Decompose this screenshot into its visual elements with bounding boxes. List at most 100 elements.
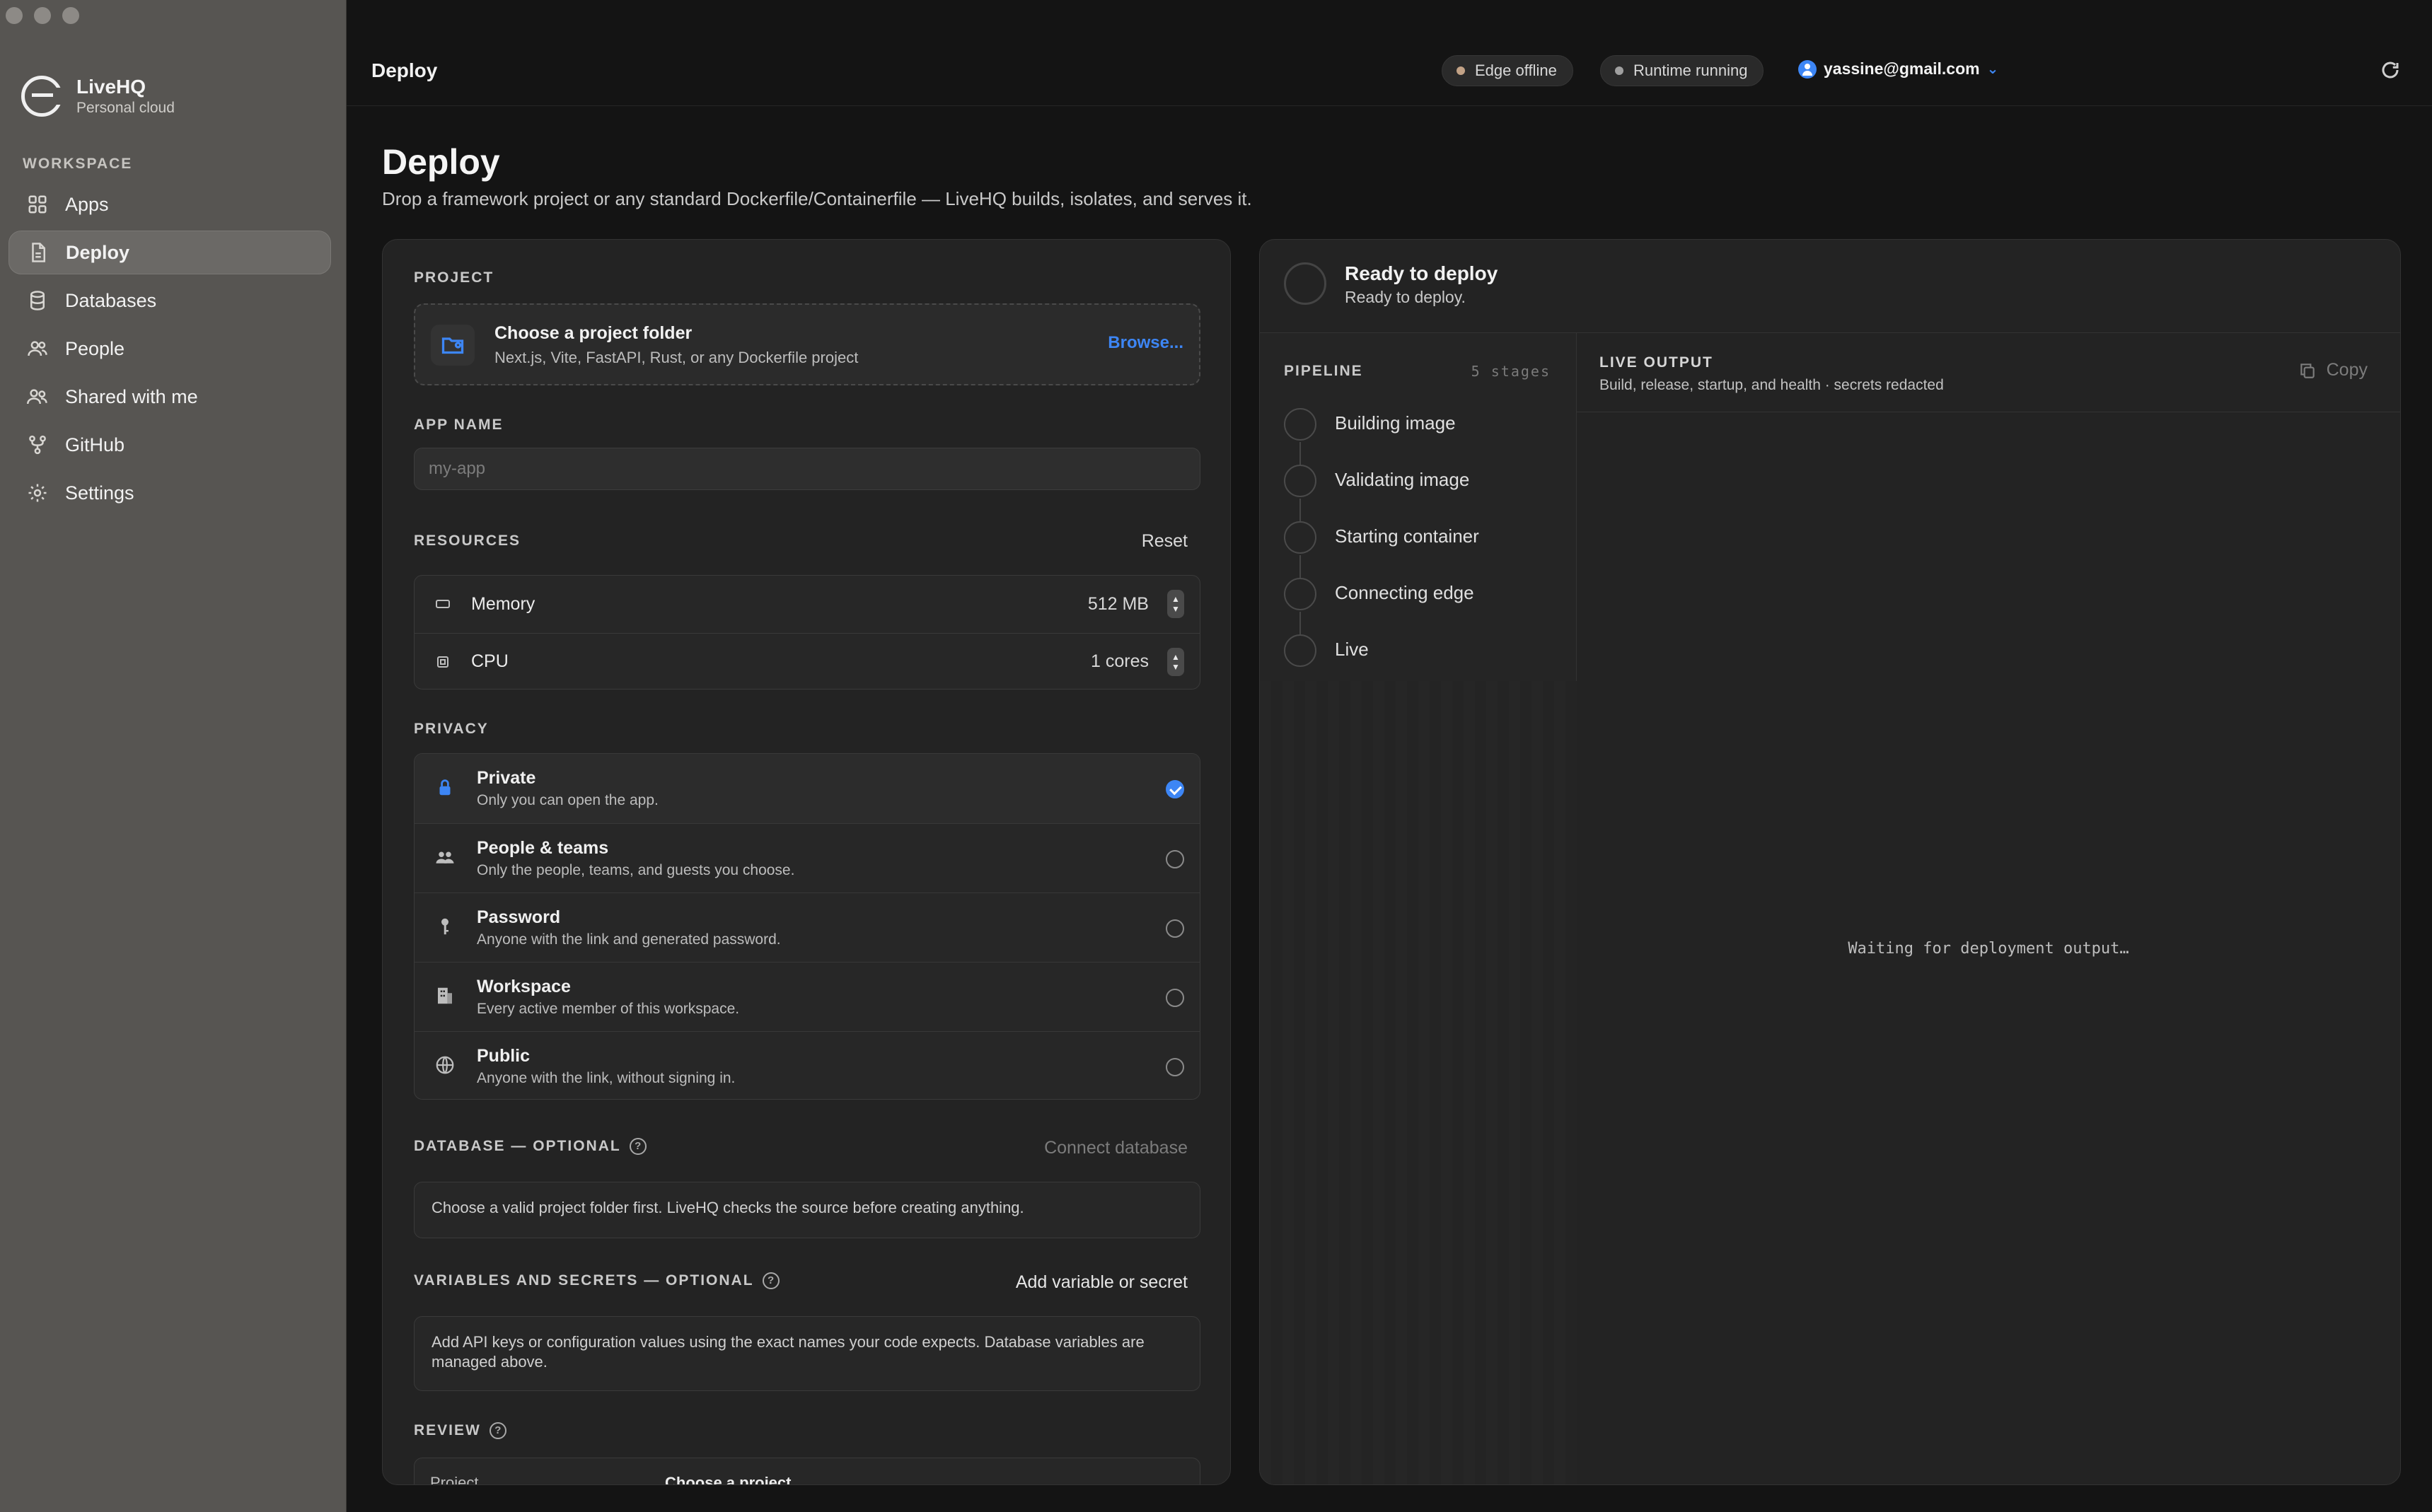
resources-box: Memory 512 MB ▲ ▼ CPU 1 cores ▲ ▼ xyxy=(414,575,1200,690)
privacy-option-title: Workspace xyxy=(477,977,571,996)
add-variable-button[interactable]: Add variable or secret xyxy=(1016,1272,1188,1293)
privacy-section-label: PRIVACY xyxy=(414,721,489,737)
review-section-label-text: REVIEW xyxy=(414,1422,481,1438)
stage-connector xyxy=(1299,499,1301,521)
user-menu-button[interactable]: yassine@gmail.com ⌄ xyxy=(1798,59,1998,78)
chevron-up-icon[interactable]: ▲ xyxy=(1171,594,1180,604)
edge-status-badge[interactable]: Edge offline xyxy=(1442,55,1573,86)
privacy-radio-private[interactable] xyxy=(1166,780,1184,798)
stage-name: Connecting edge xyxy=(1335,582,1474,603)
chevron-up-icon[interactable]: ▲ xyxy=(1171,652,1180,662)
globe-icon xyxy=(434,1054,456,1076)
help-icon[interactable]: ? xyxy=(762,1272,780,1290)
stage-status-icon xyxy=(1284,634,1316,667)
live-output-placeholder: Waiting for deployment output… xyxy=(1848,940,2129,958)
sidebar-item-shared-with-me[interactable]: Shared with me xyxy=(8,375,331,419)
project-folder-subtitle: Next.js, Vite, FastAPI, Rust, or any Doc… xyxy=(494,349,859,366)
privacy-option-public[interactable]: Public Anyone with the link, without sig… xyxy=(415,1031,1200,1099)
deploy-status-card: Ready to deploy Ready to deploy. PIPELIN… xyxy=(1259,239,2401,1485)
project-section-label: PROJECT xyxy=(414,269,494,286)
chevron-down-icon[interactable]: ▼ xyxy=(1171,604,1180,614)
sidebar-item-label: Shared with me xyxy=(65,385,198,407)
privacy-radio-workspace[interactable] xyxy=(1166,989,1184,1007)
status-indicator-icon xyxy=(1284,262,1326,305)
memory-icon xyxy=(434,595,451,612)
status-subtitle: Ready to deploy. xyxy=(1345,288,1466,306)
memory-stepper[interactable]: ▲ ▼ xyxy=(1167,590,1184,618)
pipeline-stage-count: 5 stages xyxy=(1471,363,1551,380)
minimize-window-button[interactable] xyxy=(34,7,51,24)
privacy-option-people-teams[interactable]: People & teams Only the people, teams, a… xyxy=(415,823,1200,892)
workspace-section-label: WORKSPACE xyxy=(23,156,133,172)
sidebar-item-label: Databases xyxy=(65,289,157,311)
app-subtitle: Personal cloud xyxy=(76,100,175,116)
stage-status-icon xyxy=(1284,408,1316,441)
app-name: LiveHQ xyxy=(76,76,146,98)
live-output-panel: LIVE OUTPUT Build, release, startup, and… xyxy=(1577,333,2400,1484)
pipeline-label: PIPELINE xyxy=(1284,363,1363,379)
app-name-input[interactable] xyxy=(414,448,1200,490)
connect-database-button[interactable]: Connect database xyxy=(1044,1138,1188,1158)
cpu-row: CPU 1 cores ▲ ▼ xyxy=(415,633,1200,690)
runtime-status-badge[interactable]: Runtime running xyxy=(1600,55,1764,86)
privacy-radio-password[interactable] xyxy=(1166,919,1184,938)
review-project-key: Project xyxy=(430,1474,479,1485)
copy-icon xyxy=(2300,363,2315,378)
folder-icon xyxy=(431,325,475,366)
sidebar-item-people[interactable]: People xyxy=(8,327,331,371)
copy-output-button[interactable]: Copy xyxy=(2298,360,2368,380)
project-folder-title: Choose a project folder xyxy=(494,323,693,343)
stage-status-icon xyxy=(1284,465,1316,497)
reset-resources-button[interactable]: Reset xyxy=(1142,531,1188,552)
pipeline-background xyxy=(1260,681,1577,1484)
cpu-stepper[interactable]: ▲ ▼ xyxy=(1167,647,1184,676)
privacy-radio-public[interactable] xyxy=(1166,1058,1184,1076)
close-window-button[interactable] xyxy=(6,7,23,24)
stage-status-icon xyxy=(1284,578,1316,610)
privacy-option-password[interactable]: Password Anyone with the link and genera… xyxy=(415,892,1200,962)
people-icon xyxy=(27,338,48,359)
status-dot-icon xyxy=(1615,66,1623,75)
variables-section-label: VARIABLES AND SECRETS — OPTIONAL? xyxy=(414,1272,780,1290)
resources-section-label: RESOURCES xyxy=(414,533,521,549)
sidebar-item-settings[interactable]: Settings xyxy=(8,471,331,515)
chevron-down-icon[interactable]: ▼ xyxy=(1171,662,1180,672)
privacy-option-desc: Every active member of this workspace. xyxy=(477,1001,740,1017)
branch-icon xyxy=(27,434,48,455)
sidebar-item-apps[interactable]: Apps xyxy=(8,182,331,226)
privacy-option-title: People & teams xyxy=(477,838,609,858)
stage-name: Building image xyxy=(1335,412,1456,434)
topbar-title: Deploy xyxy=(371,59,438,81)
sidebar-item-label: Apps xyxy=(65,193,109,215)
review-section-label: REVIEW? xyxy=(414,1422,506,1440)
live-output-label: LIVE OUTPUT xyxy=(1599,354,1713,371)
privacy-option-workspace[interactable]: Workspace Every active member of this wo… xyxy=(415,962,1200,1031)
privacy-option-private[interactable]: Private Only you can open the app. xyxy=(415,754,1200,823)
refresh-icon[interactable] xyxy=(2380,59,2401,81)
help-icon[interactable]: ? xyxy=(489,1422,506,1440)
brand: LiveHQ Personal cloud xyxy=(21,75,175,117)
page-description: Drop a framework project or any standard… xyxy=(382,188,1252,209)
sidebar-item-label: Deploy xyxy=(66,241,130,263)
privacy-option-title: Private xyxy=(477,768,536,788)
sidebar-item-github[interactable]: GitHub xyxy=(8,423,331,467)
pipeline-panel: PIPELINE 5 stages Building image Validat… xyxy=(1260,333,1577,1484)
help-icon[interactable]: ? xyxy=(629,1138,647,1156)
stage-connector xyxy=(1299,555,1301,578)
window-controls xyxy=(6,7,79,24)
live-output-subtitle: Build, release, startup, and health · se… xyxy=(1599,377,1944,393)
project-folder-dropzone[interactable]: Choose a project folder Next.js, Vite, F… xyxy=(414,303,1200,385)
sidebar-item-deploy[interactable]: Deploy xyxy=(8,231,331,274)
topbar: Deploy xyxy=(347,0,2432,106)
stage-connector xyxy=(1299,612,1301,634)
browse-button[interactable]: Browse... xyxy=(1108,333,1183,353)
app-name-section-label: APP NAME xyxy=(414,417,504,433)
sidebar-item-databases[interactable]: Databases xyxy=(8,279,331,322)
memory-value: 512 MB xyxy=(1087,593,1149,614)
sidebar-item-label: People xyxy=(65,337,125,359)
stage-name: Live xyxy=(1335,639,1369,660)
copy-label: Copy xyxy=(2326,360,2368,380)
livehq-logo-icon xyxy=(21,76,64,117)
zoom-window-button[interactable] xyxy=(62,7,79,24)
privacy-radio-people-teams[interactable] xyxy=(1166,850,1184,868)
